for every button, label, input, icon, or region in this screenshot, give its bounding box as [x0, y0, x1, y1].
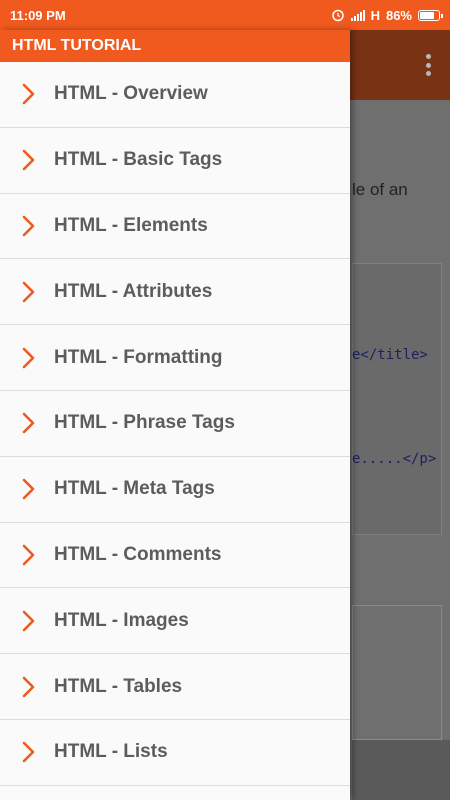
- menu-item-label: HTML - Formatting: [54, 346, 223, 368]
- chevron-right-icon: [22, 610, 38, 632]
- menu-item[interactable]: HTML - Basic Tags: [0, 128, 350, 194]
- alarm-icon: [331, 9, 344, 22]
- menu-item-label: HTML - Elements: [54, 214, 208, 236]
- menu-item-label: HTML - Tables: [54, 675, 183, 697]
- menu-item-label: HTML - Overview: [54, 83, 208, 105]
- chevron-right-icon: [22, 412, 38, 434]
- background-code-line: e</title>: [352, 347, 428, 363]
- status-time: 11:09 PM: [10, 7, 66, 23]
- drawer-title: HTML TUTORIAL: [0, 30, 350, 62]
- menu-item[interactable]: HTML - Phrase Tags: [0, 391, 350, 457]
- status-bar: 11:09 PM H 86%: [0, 0, 450, 30]
- menu-item-label: HTML - Basic Tags: [54, 149, 223, 171]
- menu-list: HTML - Overview HTML - Basic Tags HTML - E…: [0, 62, 350, 786]
- more-options-icon[interactable]: [426, 54, 432, 76]
- navigation-drawer: HTML TUTORIAL HTML - Overview HTML - Basi…: [0, 30, 350, 800]
- menu-item-label: HTML - Images: [54, 609, 189, 631]
- chevron-right-icon: [22, 478, 38, 500]
- chevron-right-icon: [22, 676, 38, 698]
- menu-item[interactable]: HTML - Images: [0, 588, 350, 655]
- chevron-right-icon: [22, 149, 38, 171]
- menu-item-label: HTML - Comments: [54, 543, 222, 565]
- menu-item[interactable]: HTML - Attributes: [0, 259, 350, 326]
- background-text: le of an: [352, 180, 408, 199]
- chevron-right-icon: [22, 741, 38, 763]
- chevron-right-icon: [22, 83, 38, 105]
- menu-item[interactable]: HTML - Meta Tags: [0, 457, 350, 523]
- chevron-right-icon: [22, 544, 38, 566]
- battery-percent: 86%: [385, 7, 412, 23]
- menu-item[interactable]: HTML - Tables: [0, 654, 350, 720]
- signal-icon: [350, 9, 365, 21]
- chevron-right-icon: [22, 215, 38, 237]
- background-bottom-bar: [352, 740, 450, 800]
- chevron-right-icon: [22, 347, 38, 369]
- menu-item[interactable]: HTML - Elements: [0, 194, 350, 260]
- menu-item[interactable]: HTML - Comments: [0, 523, 350, 589]
- network-type: H: [370, 7, 380, 23]
- menu-item[interactable]: HTML - Overview: [0, 62, 350, 128]
- background-code-line: e.....</p>: [352, 451, 437, 467]
- menu-item[interactable]: HTML - Lists: [0, 720, 350, 786]
- background-code-block: [352, 263, 442, 535]
- background-box: [352, 605, 442, 740]
- menu-item-label: HTML - Attributes: [54, 280, 213, 302]
- battery-icon: [418, 9, 443, 21]
- menu-item-label: HTML - Lists: [54, 741, 168, 763]
- menu-item-label: HTML - Meta Tags: [54, 478, 215, 500]
- status-icons: H 86%: [331, 7, 443, 23]
- menu-item-label: HTML - Phrase Tags: [54, 412, 235, 434]
- chevron-right-icon: [22, 281, 38, 303]
- menu-item[interactable]: HTML - Formatting: [0, 325, 350, 391]
